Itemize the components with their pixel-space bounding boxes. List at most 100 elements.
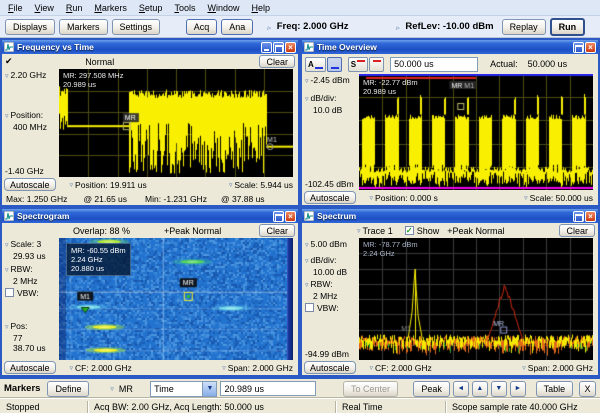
peak-search-button[interactable]: Peak [413,381,450,397]
close-button[interactable]: × [585,42,596,53]
define-markers-button[interactable]: Define [47,381,89,397]
ana-button[interactable]: Ana [221,19,253,35]
to-center-button[interactable]: To Center [343,381,398,397]
menu-file[interactable]: File [3,2,30,14]
rbw-field-label[interactable]: RBW: [11,264,33,274]
dbdiv-field-value[interactable]: 10.0 dB [305,105,342,115]
freq-vs-time-plot[interactable] [59,69,293,177]
peak-left-button[interactable]: ◄ [453,381,469,397]
field-caret-icon [305,77,309,87]
analysis-length-input[interactable] [390,57,478,72]
displays-button[interactable]: Displays [5,19,55,35]
spectrum-plot[interactable] [359,238,593,360]
replay-button[interactable]: Replay [502,19,546,35]
analysis-length-button[interactable] [327,57,342,72]
peak-up-button[interactable]: ▲ [472,381,488,397]
marker-table-button[interactable]: Table [536,381,574,397]
menu-window[interactable]: Window [202,2,246,14]
pos-field-value[interactable]: 77 [5,333,22,343]
panel-title: Spectrum [317,211,572,221]
pos-field-label[interactable]: Pos: [11,321,28,331]
dbdiv-field-label[interactable]: dB/div: [311,255,337,265]
markers-button[interactable]: Markers [59,19,108,35]
selected-marker-label[interactable]: MR [119,384,133,394]
rbw-field-label[interactable]: RBW: [311,279,333,289]
spectrum-length-button[interactable] [369,57,384,72]
freq-vs-time-titlebar[interactable]: Frequency vs Time × [2,40,298,54]
peak-down-button[interactable]: ▼ [491,381,507,397]
trace-mode-label[interactable]: Normal [85,57,114,67]
position-field-value[interactable]: 400 MHz [5,122,47,132]
spectrogram-titlebar[interactable]: Spectrogram × [2,209,298,223]
detection-mode-label[interactable]: +Peak Normal [164,226,221,236]
marker-domain-select[interactable]: Time ▼ [150,381,217,397]
rbw-field-value[interactable]: 2 MHz [305,291,338,301]
x-scale-field[interactable]: Scale: 5.944 us [234,180,293,190]
clear-button[interactable]: Clear [259,224,295,237]
autoscale-button[interactable]: Autoscale [304,361,356,374]
cf-field[interactable]: CF: 2.000 GHz [375,363,432,373]
maximize-button[interactable] [573,42,584,53]
settings-button[interactable]: Settings [112,19,161,35]
menu-markers[interactable]: Markers [89,2,134,14]
x-position-field[interactable]: Position: 0.000 s [375,193,438,203]
y-max-field[interactable]: 2.20 GHz [11,70,47,80]
dbdiv-field-value[interactable]: 10.00 dB [305,267,347,277]
clear-button[interactable]: Clear [259,55,295,68]
peak-right-button[interactable]: ► [510,381,526,397]
acq-button[interactable]: Acq [186,19,218,35]
time-overview-plot[interactable] [359,74,593,190]
position-field-label[interactable]: Position: [11,110,44,120]
maximize-button[interactable] [573,211,584,222]
autoscale-button[interactable]: Autoscale [4,361,56,374]
clear-button[interactable]: Clear [559,224,595,237]
panel-spectrogram: Spectrogram × Overlap: 88 % +Peak Normal… [0,207,300,377]
dbdiv-field-label[interactable]: dB/div: [311,93,337,103]
close-markers-bar-button[interactable]: X [579,381,596,397]
reflev-readout[interactable]: RefLev: -10.00 dBm [405,21,493,32]
maximize-button[interactable] [273,211,284,222]
show-checkbox[interactable]: ✓ [405,226,414,235]
scale-field-value[interactable]: 29.93 us [5,251,46,261]
detection-mode-label[interactable]: +Peak Normal [447,226,504,236]
vbw-checkbox[interactable] [5,288,14,297]
menu-tools[interactable]: Tools [169,2,202,14]
chevron-down-icon[interactable]: ▼ [202,382,216,396]
close-button[interactable]: × [285,42,296,53]
y-max-field[interactable]: 5.00 dBm [311,239,347,249]
maximize-button[interactable] [273,42,284,53]
run-button[interactable]: Run [550,18,586,36]
y-max-field[interactable]: -2.45 dBm [311,75,350,85]
field-caret-icon [267,22,273,32]
marker-value-input[interactable] [220,381,316,396]
autoscale-button[interactable]: Autoscale [304,191,356,204]
trace-enabled-check[interactable]: ✔ [5,56,13,67]
span-field[interactable]: Span: 2.000 GHz [228,363,293,373]
autoscale-button[interactable]: Autoscale [4,178,56,191]
analysis-time-button[interactable]: A [305,57,326,72]
pos-field-time[interactable]: 38.70 us [5,343,46,353]
cf-field[interactable]: CF: 2.000 GHz [75,363,132,373]
spectrum-titlebar[interactable]: Spectrum × [302,209,598,223]
menu-view[interactable]: View [30,2,61,14]
menu-help[interactable]: Help [246,2,277,14]
x-scale-field[interactable]: Scale: 50.000 us [530,193,593,203]
span-field[interactable]: Span: 2.000 GHz [528,363,593,373]
field-caret-icon [370,364,374,372]
trace-selector[interactable]: Trace 1 [363,226,393,236]
scale-field-label[interactable]: Scale: 3 [11,239,42,249]
spectrum-time-button[interactable]: S [348,57,368,72]
x-position-field[interactable]: Position: 19.911 us [75,180,147,190]
menu-setup[interactable]: Setup [134,2,170,14]
vbw-checkbox[interactable] [305,303,314,312]
spectrogram-plot[interactable] [59,238,287,360]
close-button[interactable]: × [285,211,296,222]
spectrogram-scrollbar[interactable] [287,238,293,360]
overlap-label[interactable]: Overlap: 88 % [73,226,130,236]
minimize-button[interactable] [261,42,272,53]
menu-run[interactable]: Run [61,2,90,14]
rbw-field-value[interactable]: 2 MHz [5,276,38,286]
freq-readout[interactable]: Freq: 2.000 GHz [277,21,349,32]
close-button[interactable]: × [585,211,596,222]
time-overview-titlebar[interactable]: Time Overview × [302,40,598,54]
